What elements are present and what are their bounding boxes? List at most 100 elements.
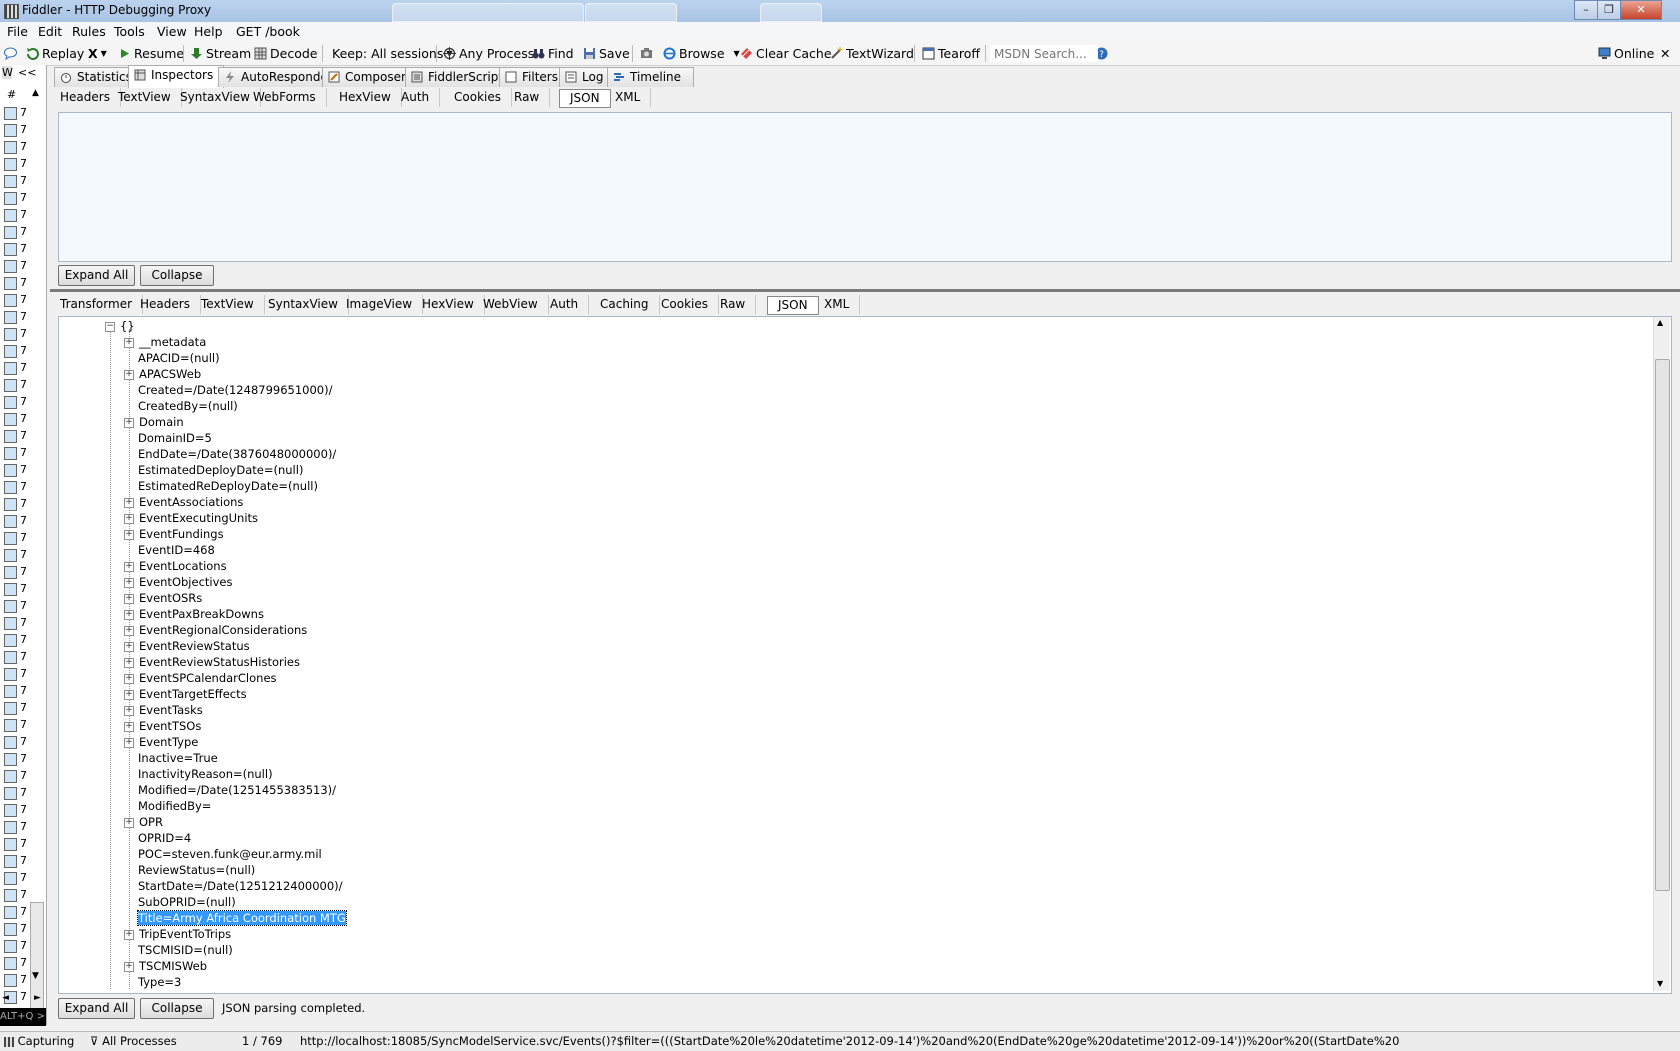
session-row[interactable]: 7 [4, 548, 44, 565]
request-expand-all-button[interactable]: Expand All [58, 265, 135, 286]
expand-node-icon[interactable]: + [124, 929, 134, 940]
session-row[interactable]: 7 [4, 616, 44, 633]
tree-node[interactable]: Inactive=True [124, 751, 218, 767]
session-row[interactable]: 7 [4, 565, 44, 582]
request-tab-raw[interactable]: Raw [504, 88, 551, 107]
pane-splitter[interactable] [50, 289, 1680, 292]
tree-node[interactable]: + EventOSRs [124, 591, 202, 607]
tree-node[interactable]: + EventPaxBreakDowns [124, 607, 264, 623]
expand-node-icon[interactable]: + [124, 689, 134, 700]
collapse-session-list-button[interactable]: << [18, 66, 36, 79]
session-row[interactable]: 7 [4, 769, 44, 786]
decode-button[interactable]: Decode [254, 45, 317, 62]
session-row[interactable]: 7 [4, 344, 44, 361]
msdn-search-input[interactable] [990, 45, 1098, 62]
tree-node[interactable]: + __metadata [124, 335, 206, 351]
tree-node[interactable]: OPRID=4 [124, 831, 191, 847]
expand-node-icon[interactable]: + [124, 417, 134, 428]
expand-node-icon[interactable]: + [124, 657, 134, 668]
response-expand-all-button[interactable]: Expand All [58, 998, 135, 1019]
tree-node[interactable]: + Domain [124, 415, 184, 431]
tree-node[interactable]: TSCMISID=(null) [124, 943, 233, 959]
session-row[interactable]: 7 [4, 259, 44, 276]
session-row[interactable]: 7 [4, 310, 44, 327]
tab-fiddlerscript[interactable]: FiddlerScript [405, 67, 513, 87]
response-json-tree[interactable]: −{} + __metadata APACID=(null) + APACSWeb Cre… [58, 316, 1672, 994]
session-row[interactable]: 7 [4, 225, 44, 242]
session-row[interactable]: 7 [4, 378, 44, 395]
session-row[interactable]: 7 [4, 480, 44, 497]
tree-node[interactable]: + EventReviewStatus [124, 639, 250, 655]
tree-node[interactable]: + EventFundings [124, 527, 224, 543]
process-filter[interactable]: ⊽ All Processes [90, 1034, 177, 1048]
save-button[interactable]: Save [583, 45, 630, 62]
expand-node-icon[interactable]: + [124, 817, 134, 828]
tree-root[interactable]: −{} [105, 319, 135, 335]
session-row[interactable]: 7 [4, 820, 44, 837]
tree-node[interactable]: ModifiedBy= [124, 799, 211, 815]
session-row[interactable]: 7 [4, 361, 44, 378]
expand-node-icon[interactable]: + [124, 337, 134, 348]
session-row[interactable]: 7 [4, 582, 44, 599]
session-row[interactable]: 7 [4, 293, 44, 310]
request-tab-auth[interactable]: Auth [391, 88, 441, 107]
tree-node[interactable]: + EventLocations [124, 559, 227, 575]
tree-node[interactable]: + EventObjectives [124, 575, 232, 591]
menu-view[interactable]: View [157, 24, 187, 39]
tree-node[interactable]: + OPR [124, 815, 163, 831]
tree-node[interactable]: EstimatedDeployDate=(null) [124, 463, 303, 479]
tree-node[interactable]: SubOPRID=(null) [124, 895, 236, 911]
keep-sessions-dropdown[interactable]: Keep: All sessions▼ [332, 45, 452, 62]
request-collapse-button[interactable]: Collapse [140, 265, 214, 286]
response-tab-webview[interactable]: WebView [473, 295, 549, 314]
tree-node[interactable]: DomainID=5 [124, 431, 212, 447]
tree-node[interactable]: + APACSWeb [124, 367, 201, 383]
tree-node[interactable]: + EventAssociations [124, 495, 243, 511]
remove-button[interactable]: X ▼ [88, 45, 107, 62]
session-row[interactable]: 7 [4, 803, 44, 820]
session-row[interactable]: 7 [4, 514, 44, 531]
expand-node-icon[interactable]: + [124, 737, 134, 748]
clear-cache-button[interactable]: Clear Cache [740, 45, 832, 62]
request-tab-cookies[interactable]: Cookies [444, 88, 512, 107]
session-row[interactable]: 7 [4, 191, 44, 208]
tree-node[interactable]: POC=steven.funk@eur.army.mil [124, 847, 322, 863]
expand-node-icon[interactable]: + [124, 497, 134, 508]
response-tab-auth[interactable]: Auth [540, 295, 590, 314]
expand-node-icon[interactable]: + [124, 513, 134, 524]
session-row[interactable]: 7 [4, 446, 44, 463]
tree-node[interactable]: Type=3 [124, 975, 181, 991]
find-button[interactable]: Find [532, 45, 574, 62]
session-row[interactable]: 7 [4, 497, 44, 514]
tab-autoresponder[interactable]: AutoResponder [218, 67, 336, 87]
scroll-up-icon[interactable]: ▲ [32, 88, 39, 98]
expand-node-icon[interactable]: + [124, 577, 134, 588]
session-row[interactable]: 7 [4, 242, 44, 259]
session-row[interactable]: 7 [4, 633, 44, 650]
capturing-indicator[interactable]: Capturing [4, 1034, 74, 1048]
tree-node[interactable]: EstimatedReDeployDate=(null) [124, 479, 318, 495]
tree-node[interactable]: + EventTasks [124, 703, 203, 719]
response-vertical-scrollbar[interactable]: ▲ ▼ [1653, 317, 1670, 991]
response-tab-json[interactable]: JSON [767, 296, 819, 315]
tree-node[interactable]: + EventTargetEffects [124, 687, 247, 703]
close-button[interactable]: ✕ [1620, 0, 1662, 20]
response-tab-textview[interactable]: TextView [191, 295, 265, 314]
request-tab-json[interactable]: JSON [559, 89, 611, 108]
session-row[interactable]: 7 [4, 684, 44, 701]
comment-button[interactable] [4, 45, 17, 62]
session-row[interactable]: 7 [4, 854, 44, 871]
tree-node[interactable]: InactivityReason=(null) [124, 767, 273, 783]
close-toolbar-icon[interactable]: ✕ [1660, 45, 1670, 62]
session-row[interactable]: 7 [4, 599, 44, 616]
replay-button[interactable]: Replay [26, 45, 84, 62]
tree-node[interactable]: CreatedBy=(null) [124, 399, 238, 415]
expand-node-icon[interactable]: + [124, 721, 134, 732]
response-tab-imageview[interactable]: ImageView [336, 295, 424, 314]
response-scroll-thumb[interactable] [1655, 359, 1670, 891]
session-row[interactable]: 7 [4, 752, 44, 769]
scroll-left-icon[interactable]: ◄ [2, 993, 9, 1003]
tree-node[interactable]: ReviewStatus=(null) [124, 863, 255, 879]
expand-node-icon[interactable]: + [124, 609, 134, 620]
quickexec-box[interactable]: ALT+Q > [0, 1008, 46, 1026]
